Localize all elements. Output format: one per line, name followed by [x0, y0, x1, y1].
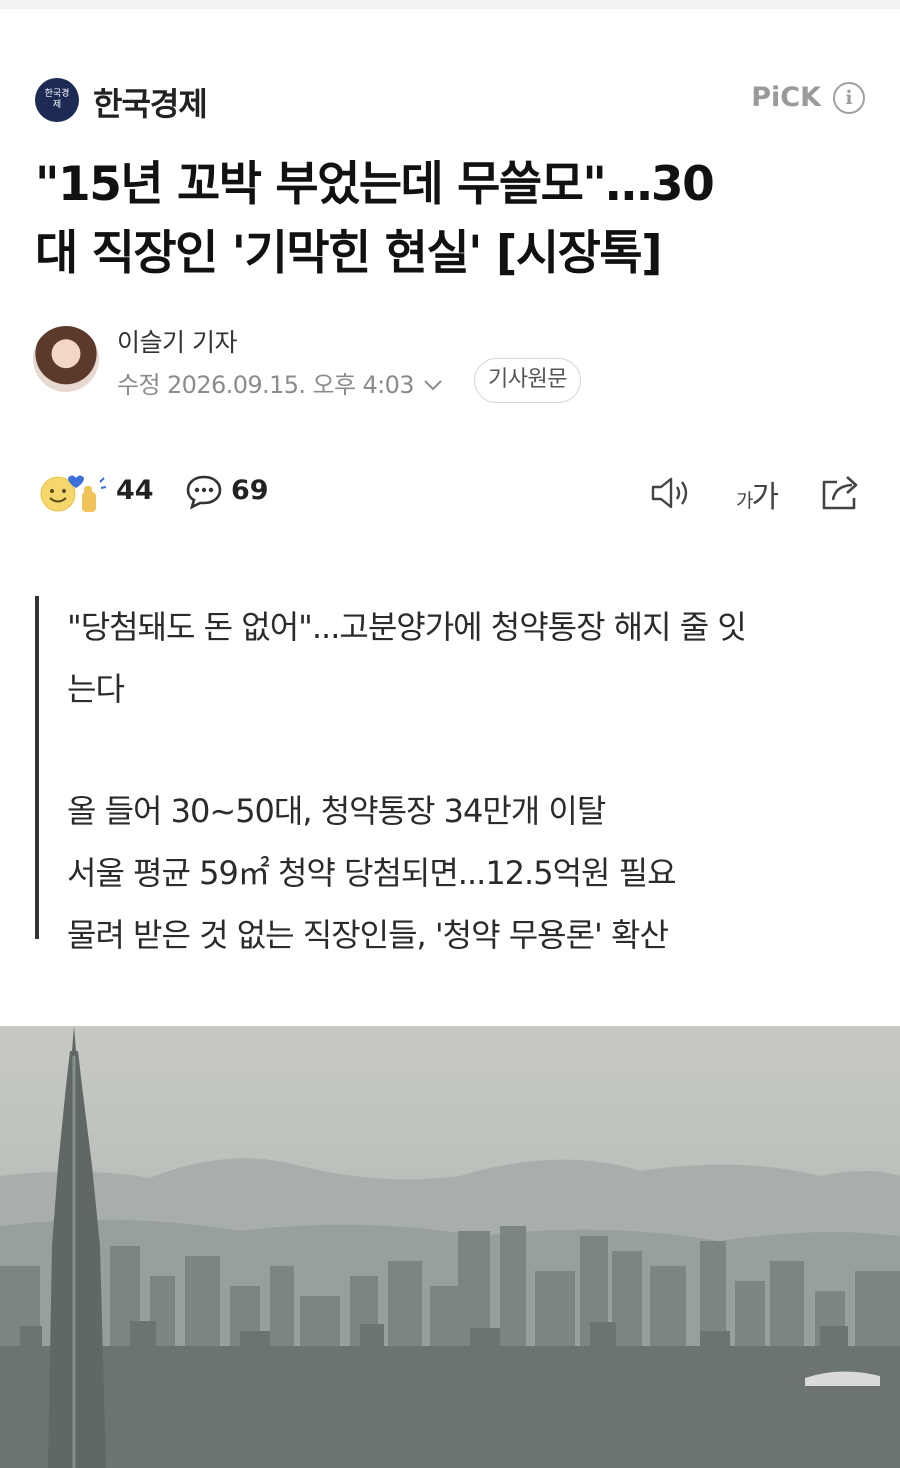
modified-date-text: 수정 2026.09.15. 오후 4:03 [117, 371, 415, 399]
top-divider [0, 0, 900, 9]
summary-line-5: 물려 받은 것 없는 직장인들, '청약 무용론' 확산 [67, 916, 669, 954]
summary-line-2: 는다 [67, 670, 125, 708]
share-icon[interactable] [819, 472, 863, 512]
byline: 이슬기 기자 수정 2026.09.15. 오후 4:03 기사원문 [33, 323, 863, 403]
font-size-small-label: 가 [736, 490, 754, 512]
font-size-large-label: 가 [751, 480, 779, 515]
article-headline: "15년 꼬박 부었는데 무쓸모"…30 대 직장인 '기막힌 현실' [시장톡… [35, 150, 865, 288]
press-logo[interactable]: 한국경제 [35, 78, 79, 122]
press-header: 한국경제 한국경제 PiCK i [35, 76, 865, 125]
font-size-icon[interactable]: 가가 [736, 472, 779, 516]
summary-line-1: "당첨돼도 돈 없어"...고분양가에 청약통장 해지 줄 잇 [67, 608, 747, 646]
summary-line-4: 서울 평균 59㎡ 청약 당첨되면...12.5억원 필요 [67, 854, 677, 892]
speaker-icon[interactable] [650, 474, 692, 512]
article-photo[interactable] [0, 1026, 900, 1468]
summary-spacer [67, 720, 855, 780]
city-skyline-image [0, 1026, 900, 1468]
pick-label: PiCK [751, 82, 821, 113]
reporter-avatar[interactable] [33, 326, 99, 392]
headline-line-2: 대 직장인 '기막힌 현실' [시장톡] [35, 226, 663, 281]
comment-count: 69 [231, 475, 269, 506]
summary-line-3: 올 들어 30~50대, 청약통장 34만개 이탈 [67, 792, 606, 830]
reaction-icon[interactable] [38, 472, 110, 514]
original-article-button[interactable]: 기사원문 [474, 358, 581, 403]
comment-icon[interactable] [185, 474, 223, 510]
modified-date[interactable]: 수정 2026.09.15. 오후 4:03 [117, 365, 443, 400]
reporter-name[interactable]: 이슬기 기자 [117, 323, 237, 359]
chevron-down-icon [424, 380, 442, 391]
info-icon[interactable]: i [833, 82, 865, 114]
action-bar: 44 69 가가 [38, 468, 864, 516]
headline-line-1: "15년 꼬박 부었는데 무쓸모"…30 [35, 157, 715, 212]
press-name[interactable]: 한국경제 [93, 79, 208, 125]
reaction-count: 44 [116, 475, 154, 506]
article-summary: "당첨돼도 돈 없어"...고분양가에 청약통장 해지 줄 잇 는다 올 들어 … [35, 596, 855, 954]
